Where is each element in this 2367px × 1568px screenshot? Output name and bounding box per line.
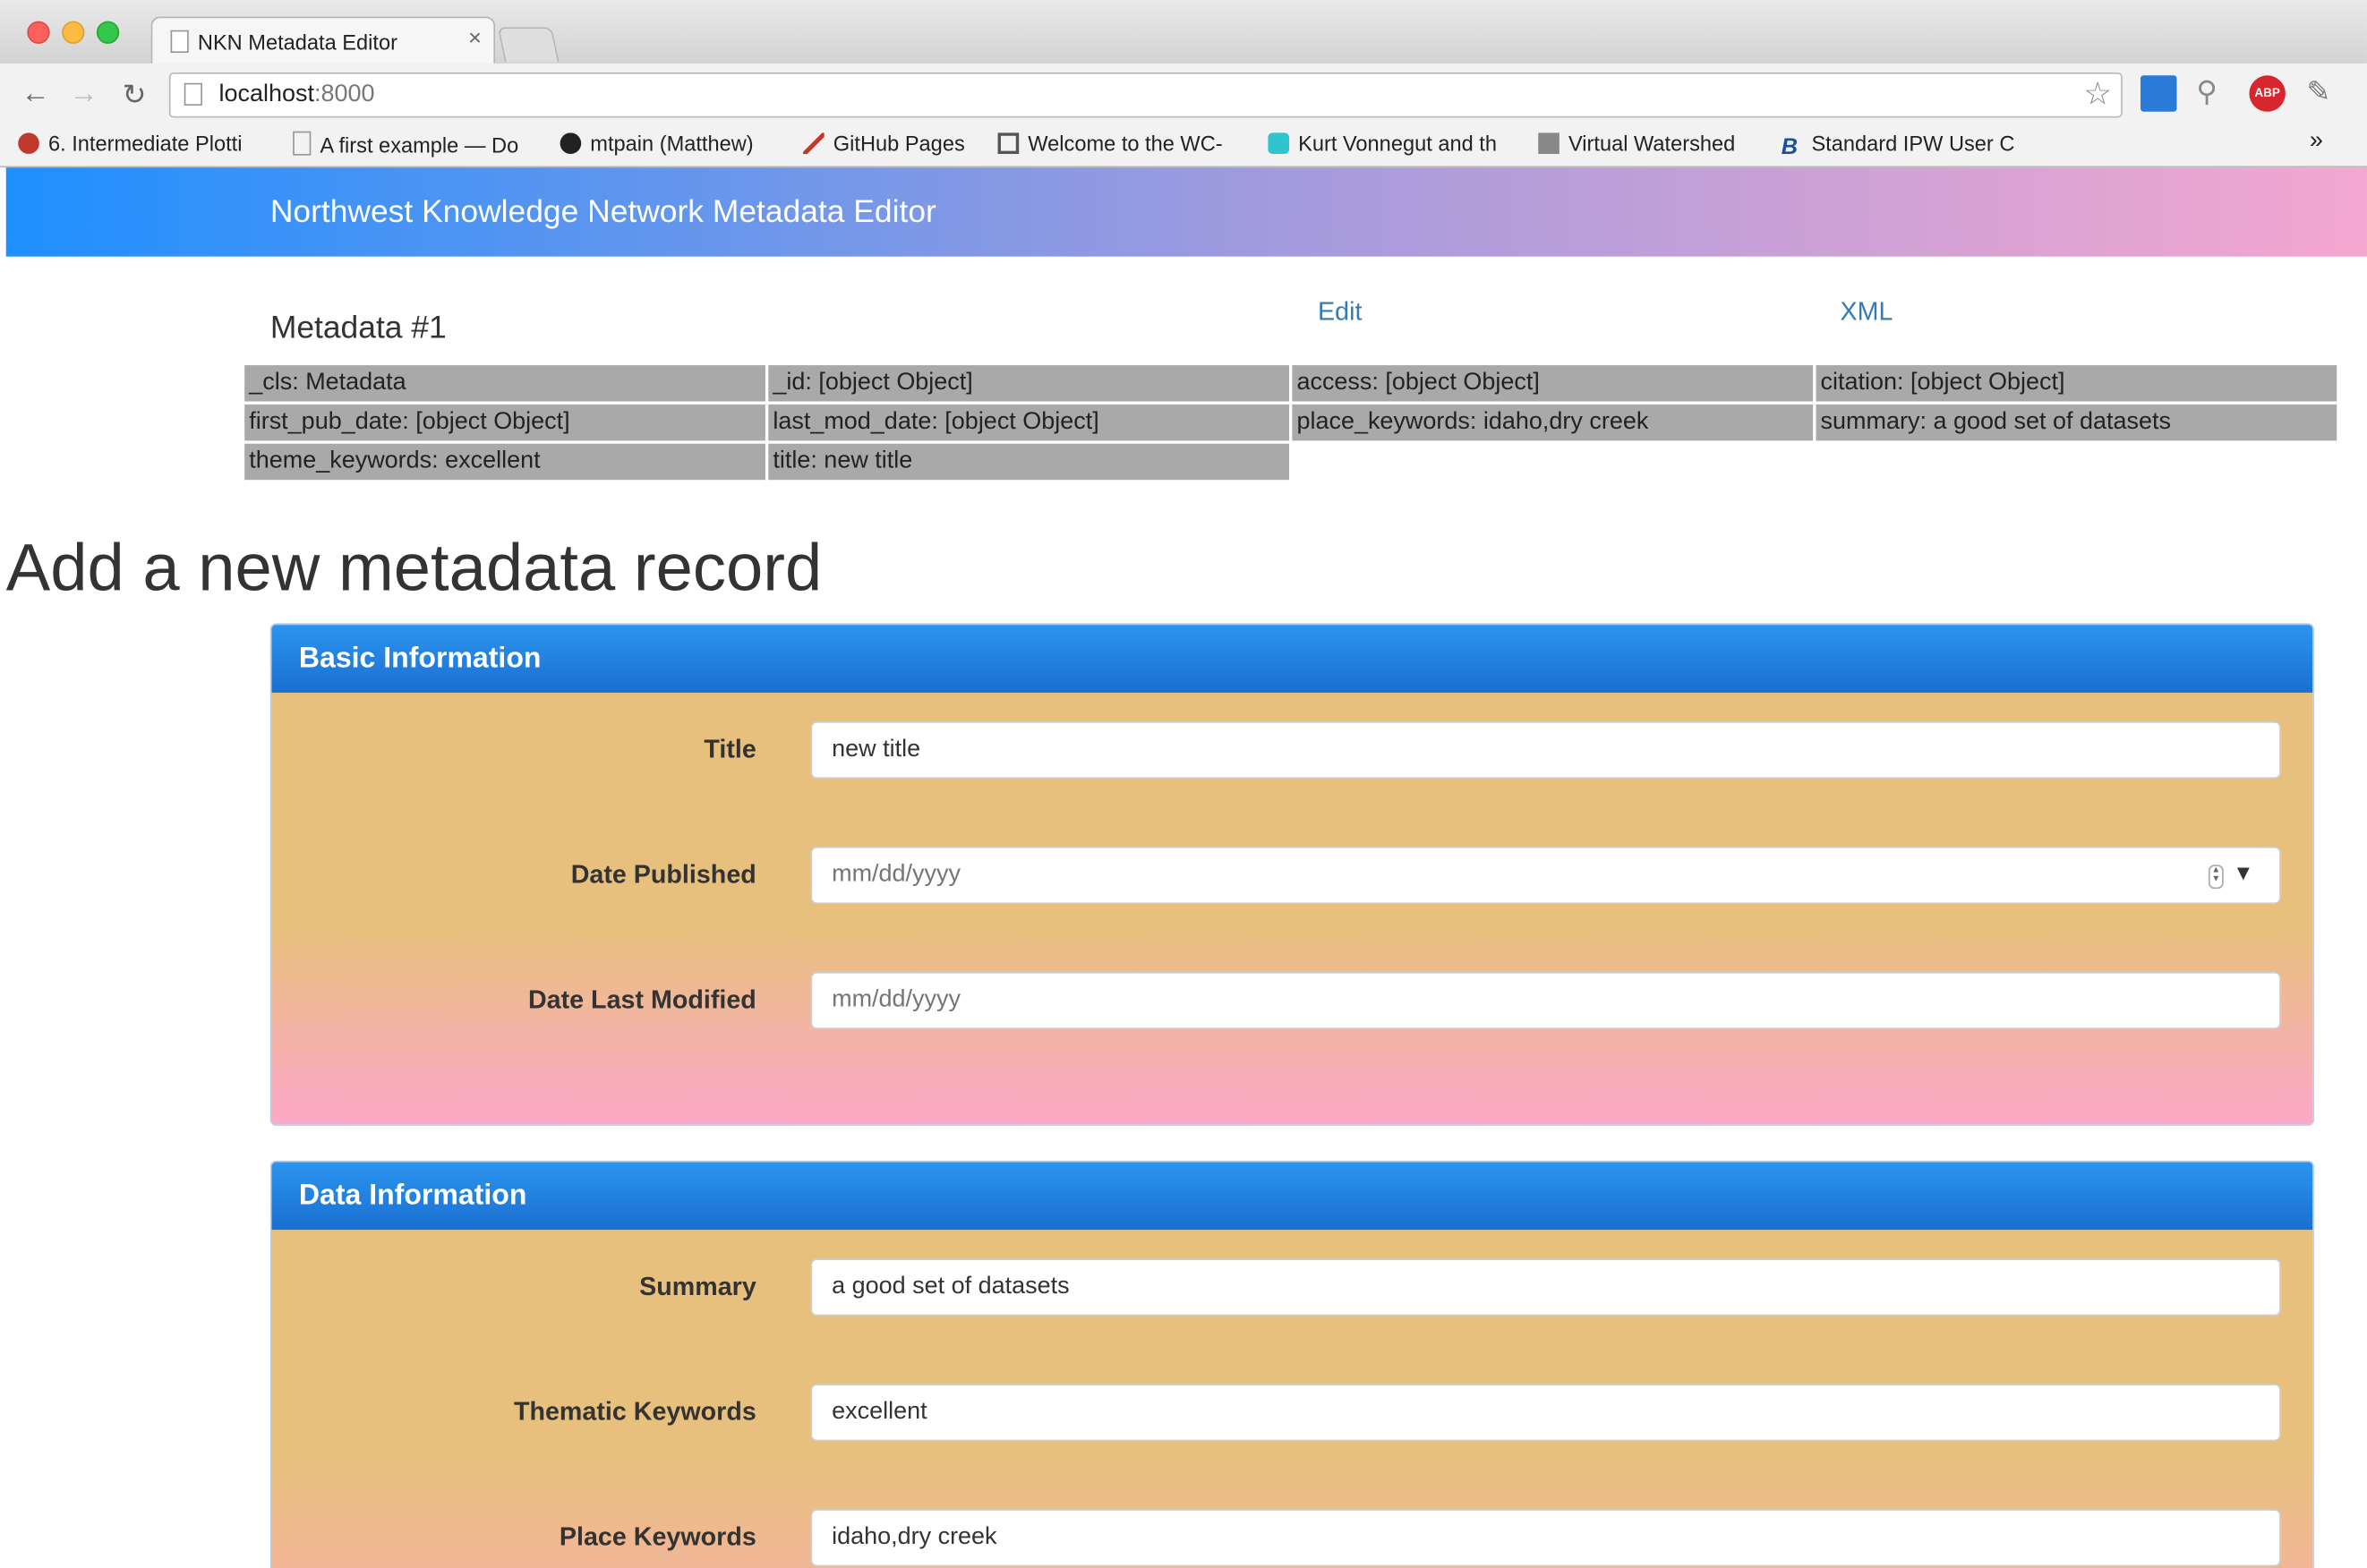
adblock-icon[interactable]: ABP — [2249, 75, 2286, 112]
place-keywords-input[interactable] — [810, 1509, 2281, 1567]
document-icon — [997, 132, 1020, 154]
pen-icon — [803, 132, 825, 154]
metadata-field-cell: access: [object Object] — [1292, 365, 1814, 402]
metadata-field-cell: place_keywords: idaho,dry creek — [1292, 404, 1814, 441]
metadata-field-cell: last_mod_date: [object Object] — [768, 404, 1290, 441]
browser-toolbar: ← → ↻ localhost:8000 ☆ ⚲ ABP ✎ — [0, 63, 2367, 124]
folder-user-icon — [1538, 132, 1559, 154]
place-keywords-label: Place Keywords — [559, 1522, 756, 1552]
bookmark-star-icon[interactable]: ☆ — [2083, 75, 2112, 113]
panel-title: Data Information — [298, 1180, 527, 1213]
bookmarks-bar: 6. Intermediate Plotti A first example —… — [0, 124, 2367, 168]
eyedropper-extension-icon[interactable]: ✎ — [2307, 75, 2343, 111]
xml-link[interactable]: XML — [1840, 297, 1893, 328]
bookmark-item[interactable]: Kurt Vonnegut and th — [1268, 132, 1497, 156]
url-text: localhost:8000 — [218, 81, 375, 107]
close-window-button[interactable] — [27, 21, 50, 44]
panel-body: Summary Thematic Keywords Place Keywords — [271, 1230, 2313, 1568]
bookmark-item[interactable]: A first example — Do — [293, 131, 518, 157]
metadata-field-cell: _cls: Metadata — [244, 365, 765, 402]
page-icon — [184, 82, 202, 107]
magnifier-extension-icon[interactable]: ⚲ — [2196, 75, 2232, 111]
reload-icon[interactable]: ↻ — [123, 79, 147, 114]
thematic-keywords-input[interactable] — [810, 1384, 2281, 1442]
page-icon — [293, 131, 312, 156]
github-icon — [560, 132, 582, 154]
dropdown-caret-icon[interactable]: ▼ — [2233, 860, 2253, 884]
tab-title: NKN Metadata Editor — [197, 30, 397, 55]
page-heading: Add a new metadata record — [5, 531, 823, 606]
metadata-field-cell: citation: [object Object] — [1816, 365, 2337, 402]
browser-tab[interactable]: NKN Metadata Editor × — [150, 16, 496, 65]
new-tab-button[interactable] — [497, 27, 560, 63]
bookmark-item[interactable]: Welcome to the WC- — [997, 132, 1223, 156]
calendar-extension-icon[interactable] — [2141, 75, 2177, 112]
basic-information-panel: Basic Information Title Date Published ▲… — [269, 623, 2314, 1126]
address-bar[interactable]: localhost:8000 ☆ — [168, 72, 2123, 118]
metadata-field-cell: _id: [object Object] — [768, 365, 1290, 402]
title-label: Title — [704, 735, 756, 764]
edit-link[interactable]: Edit — [1318, 297, 1362, 328]
thematic-keywords-label: Thematic Keywords — [513, 1397, 756, 1427]
page-icon — [170, 30, 189, 54]
b-logo-icon: B — [1781, 134, 1799, 160]
date-last-modified-input[interactable] — [810, 971, 2281, 1029]
brand-link[interactable]: Northwest Knowledge Network Metadata Edi… — [270, 195, 936, 231]
forward-arrow-icon[interactable]: → — [70, 79, 98, 112]
title-bar: NKN Metadata Editor × — [0, 0, 2367, 65]
browser-window: NKN Metadata Editor × ← → ↻ localhost:80… — [0, 0, 2367, 1568]
summary-input[interactable] — [810, 1258, 2281, 1317]
metadata-field-cell: first_pub_date: [object Object] — [244, 404, 765, 441]
bookmark-item[interactable]: GitHub Pages — [803, 132, 965, 156]
bookmark-item[interactable]: mtpain (Matthew) — [560, 132, 754, 156]
date-published-label: Date Published — [570, 860, 756, 890]
zoom-window-button[interactable] — [96, 21, 120, 44]
date-published-field: ▲▼ ▼ — [810, 846, 2281, 905]
title-input[interactable] — [810, 721, 2281, 780]
metadata-field-cell: summary: a good set of datasets — [1816, 404, 2337, 441]
metadata-title: Metadata #1 — [269, 311, 447, 346]
panel-title: Basic Information — [298, 643, 542, 675]
panel-body: Title Date Published ▲▼ ▼ Date Last Modi… — [271, 692, 2313, 1125]
metadata-field-cell: title: new title — [768, 443, 1290, 481]
bookmarks-overflow-icon[interactable]: » — [2310, 128, 2323, 155]
app-navbar: Northwest Knowledge Network Metadata Edi… — [5, 167, 2367, 257]
bookmark-item[interactable]: 6. Intermediate Plotti — [18, 132, 242, 156]
date-published-input[interactable] — [810, 846, 2281, 905]
bookmark-item[interactable]: B Standard IPW User C — [1782, 132, 2015, 158]
metadata-field-cell: theme_keywords: excellent — [244, 443, 765, 481]
minimize-window-button[interactable] — [62, 21, 85, 44]
date-spinner-icon[interactable]: ▲ ▼ — [2208, 865, 2224, 890]
bookmark-item[interactable]: Virtual Watershed — [1538, 132, 1735, 156]
summary-label: Summary — [639, 1272, 756, 1301]
lightbulb-icon — [1268, 132, 1290, 154]
data-information-panel: Data Information Summary Thematic Keywor… — [269, 1160, 2314, 1568]
panel-heading: Data Information — [271, 1162, 2313, 1231]
panel-heading: Basic Information — [271, 625, 2313, 693]
bookmark-favicon-icon — [18, 132, 39, 154]
close-icon[interactable]: × — [468, 26, 482, 52]
date-last-modified-label: Date Last Modified — [527, 985, 756, 1015]
back-arrow-icon[interactable]: ← — [21, 79, 50, 112]
